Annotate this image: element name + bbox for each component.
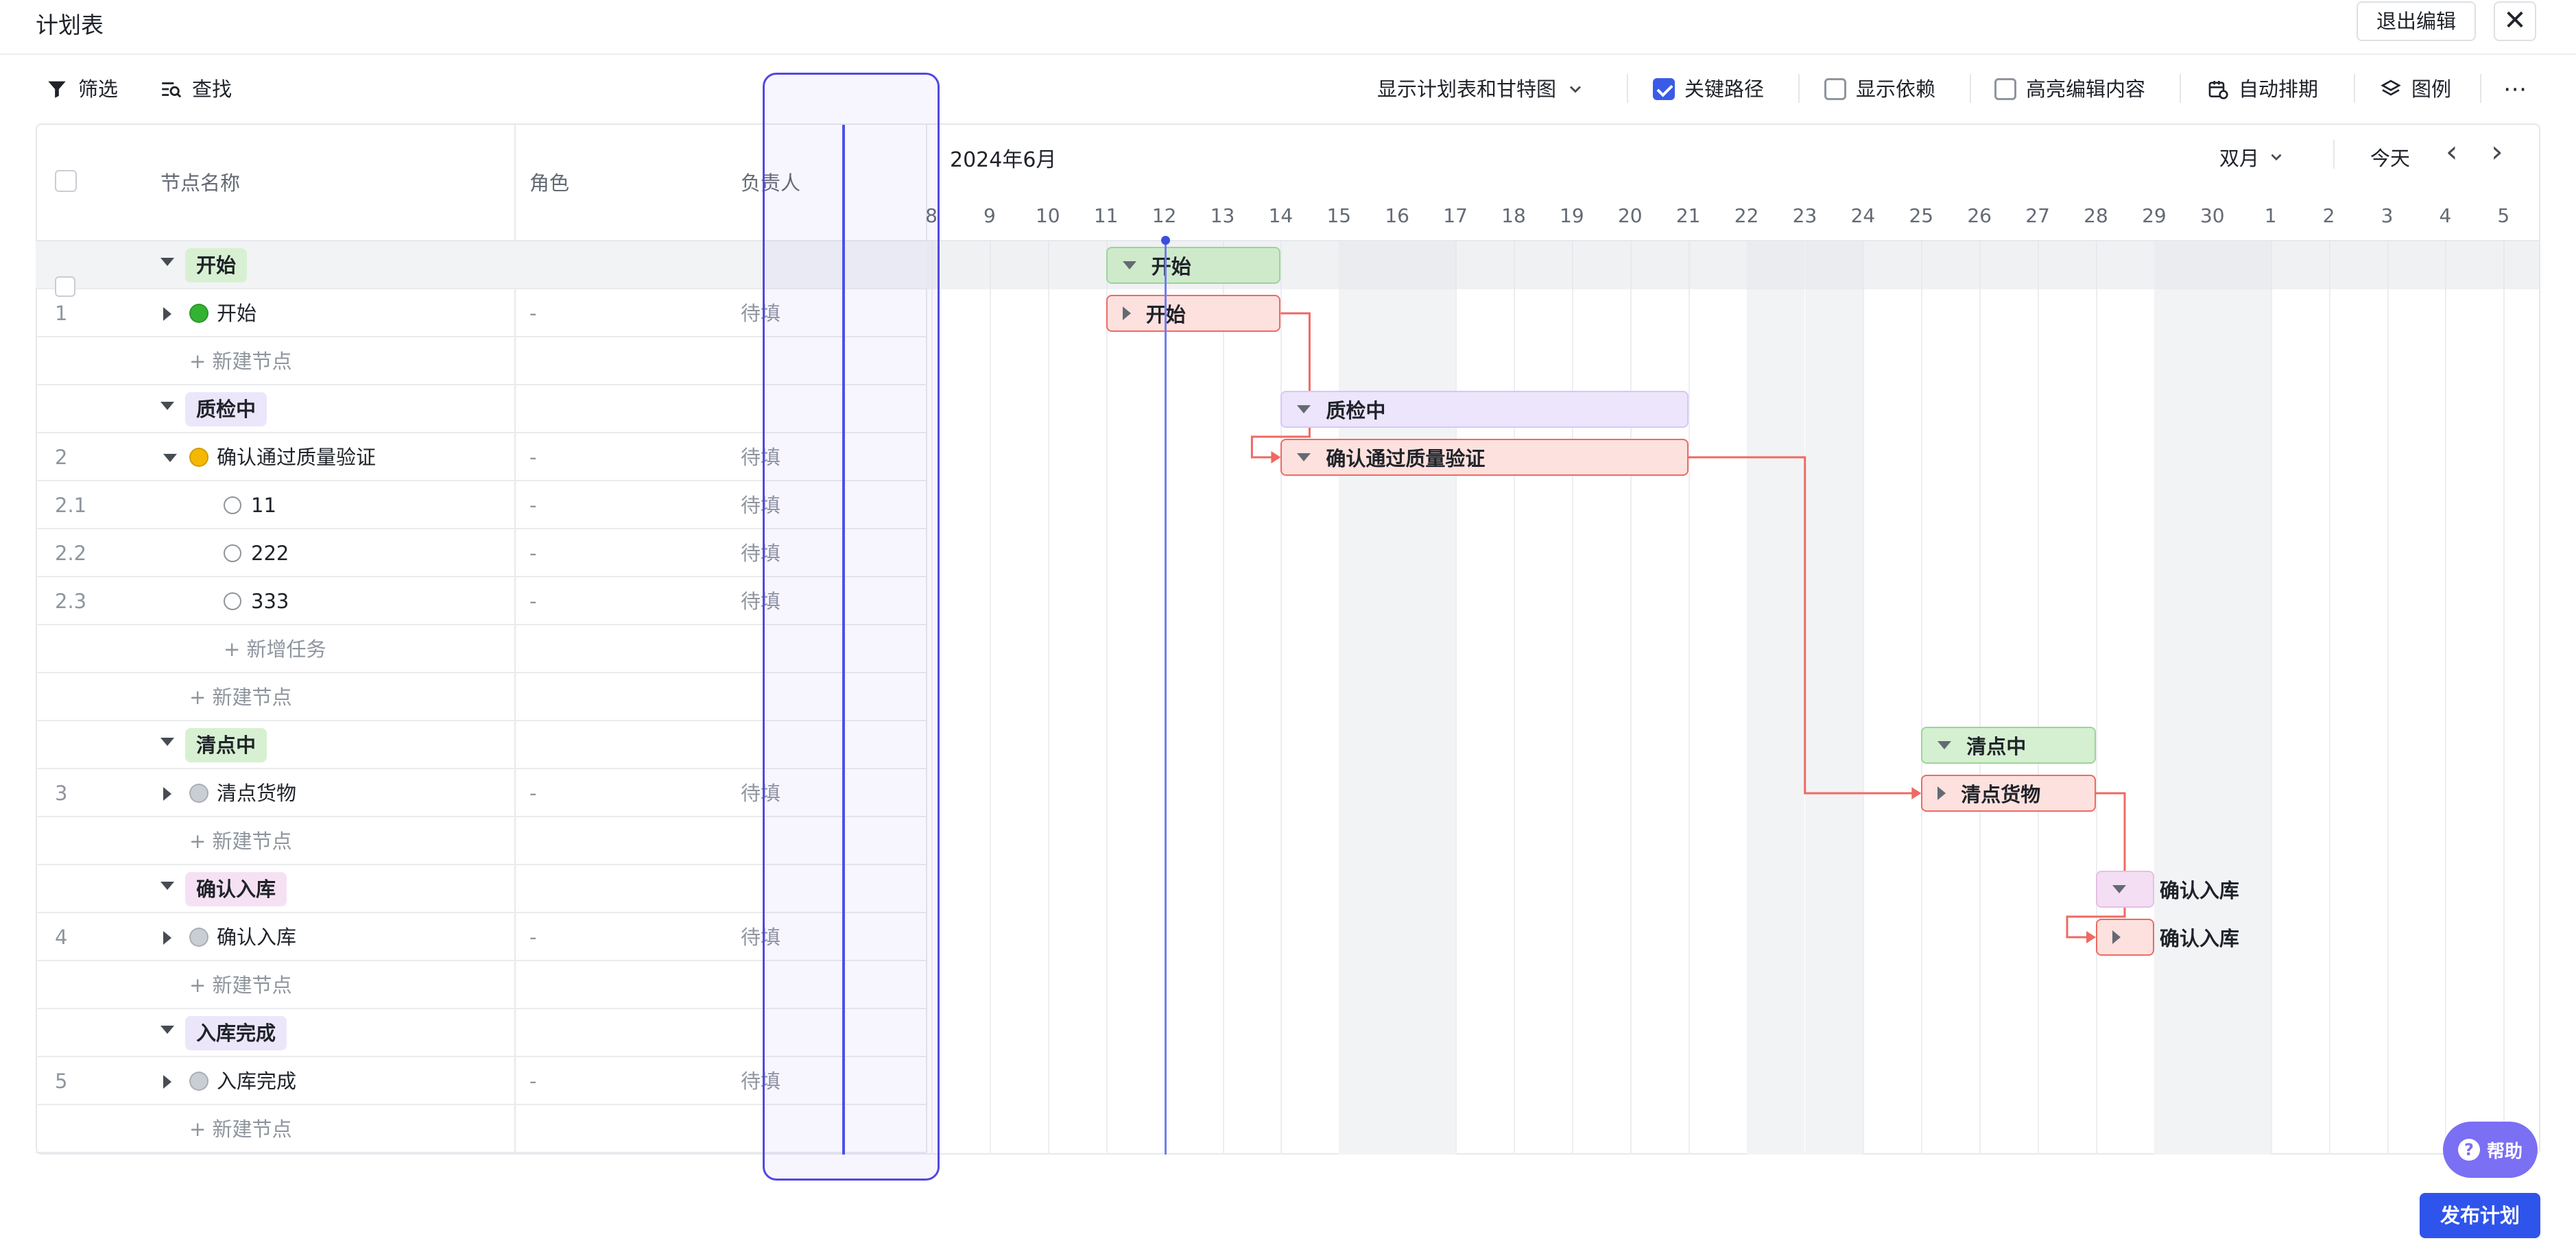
gantt-bar-label: 质检中 bbox=[1326, 399, 1386, 422]
today-line bbox=[1165, 241, 1167, 1155]
caret-right-icon bbox=[1937, 786, 1946, 800]
gantt-bar-label: 确认入库 bbox=[2159, 927, 2239, 950]
caret-right-icon bbox=[2112, 930, 2121, 944]
column-resize-handle[interactable] bbox=[842, 125, 845, 1155]
gantt-bar-label: 清点货物 bbox=[1961, 783, 2041, 806]
gantt-bar-label: 开始 bbox=[1151, 255, 1191, 278]
column-resize-highlight[interactable] bbox=[763, 73, 940, 1181]
dependency-links bbox=[1250, 312, 2126, 943]
help-button[interactable]: ? 帮助 bbox=[2443, 1122, 2538, 1178]
gantt-node-bar[interactable]: 开始 bbox=[1106, 295, 1281, 332]
gantt-stage-bar[interactable]: 质检中 bbox=[1280, 391, 1689, 428]
dependency-link bbox=[1688, 456, 1920, 795]
today-marker bbox=[1161, 236, 1170, 245]
gantt-bar-label: 确认入库 bbox=[2159, 879, 2239, 902]
gantt-node-bar[interactable]: 清点货物 bbox=[1921, 775, 2096, 812]
caret-down-icon bbox=[1297, 453, 1311, 461]
help-label: 帮助 bbox=[2486, 1141, 2523, 1162]
gantt-bar-label: 清点中 bbox=[1966, 735, 2027, 758]
gantt-bar-label: 确认通过质量验证 bbox=[1326, 447, 1486, 470]
help-icon: ? bbox=[2457, 1139, 2480, 1161]
caret-down-icon bbox=[2112, 885, 2126, 893]
link-arrow-icon bbox=[1271, 451, 1281, 463]
caret-right-icon bbox=[1122, 306, 1131, 320]
gantt-stage-bar[interactable]: 开始 bbox=[1106, 247, 1281, 284]
caret-down-icon bbox=[1297, 405, 1311, 413]
link-arrow-icon bbox=[1911, 787, 1922, 799]
caret-down-icon bbox=[1122, 261, 1136, 269]
gantt-stage-bar[interactable]: 确认入库 bbox=[2096, 871, 2239, 908]
dependency-link bbox=[1250, 312, 1311, 459]
gantt-node-bar[interactable]: 确认通过质量验证 bbox=[1280, 439, 1689, 476]
gantt-stage-bar[interactable]: 清点中 bbox=[1921, 727, 2096, 764]
gantt-node-bar[interactable]: 确认入库 bbox=[2096, 919, 2239, 956]
dependency-link bbox=[2066, 792, 2126, 939]
caret-down-icon bbox=[1937, 741, 1952, 749]
link-arrow-icon bbox=[2086, 931, 2096, 943]
publish-plan-button[interactable]: 发布计划 bbox=[2420, 1193, 2540, 1238]
